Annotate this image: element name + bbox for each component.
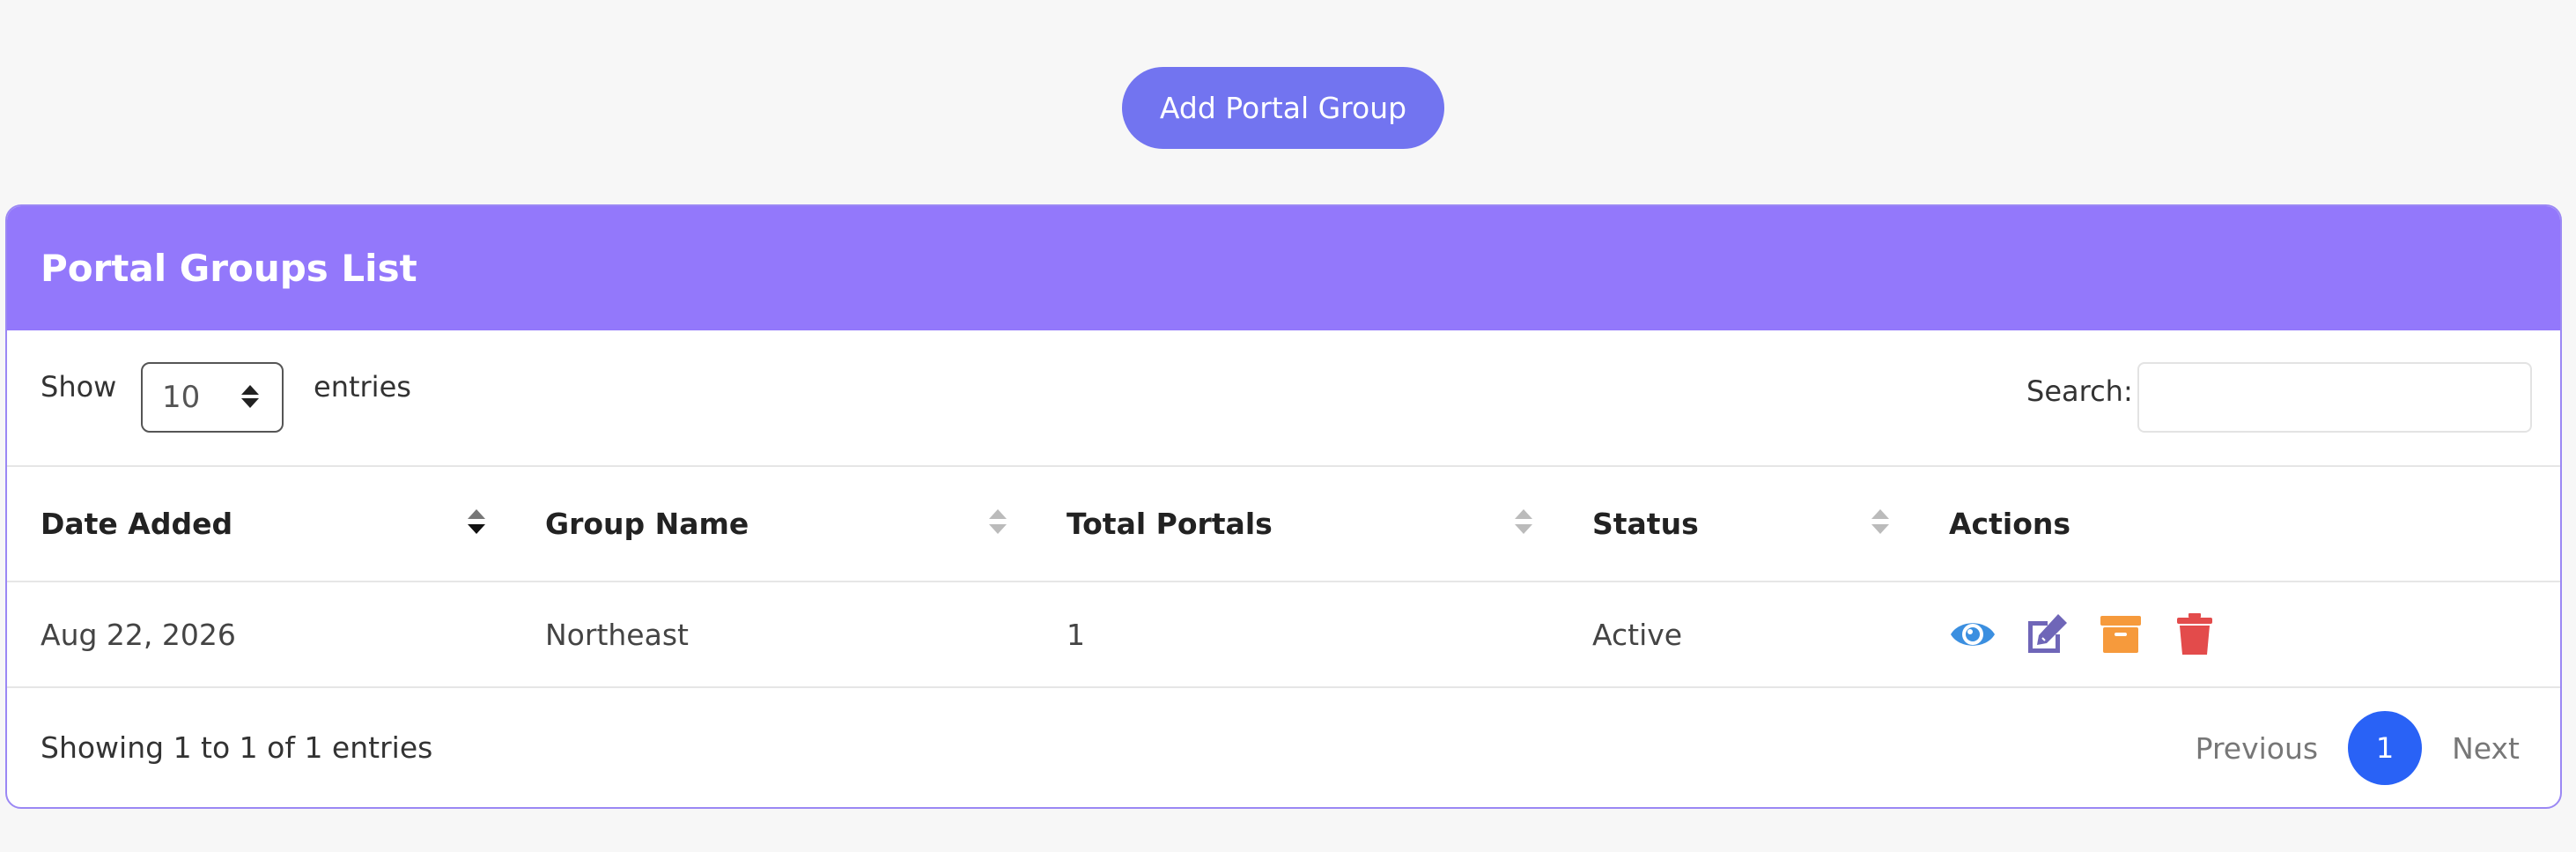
eye-icon[interactable]: [1949, 611, 1997, 658]
table-controls: Show 10 entries Search:: [7, 330, 2560, 467]
cell-total-portals: 1: [1033, 582, 1559, 688]
archive-icon[interactable]: [2097, 611, 2144, 658]
column-header-status[interactable]: Status: [1559, 467, 1915, 582]
select-arrows-icon: [241, 385, 259, 408]
show-label: Show: [41, 370, 117, 404]
column-header-total-portals[interactable]: Total Portals: [1033, 467, 1559, 582]
top-bar: Add Portal Group: [0, 0, 2576, 204]
entries-select[interactable]: 10: [141, 362, 284, 433]
column-header-actions: Actions: [1915, 467, 2560, 582]
previous-page-link[interactable]: Previous: [2196, 731, 2318, 766]
edit-icon[interactable]: [2023, 611, 2070, 658]
row-actions: [1949, 582, 2560, 686]
portal-groups-card: Portal Groups List Show 10 entries Searc…: [5, 204, 2562, 809]
sort-icon[interactable]: [989, 509, 1007, 534]
cell-group-name: Northeast: [512, 582, 1033, 688]
search-label: Search:: [2026, 374, 2133, 408]
table-footer: Showing 1 to 1 of 1 entries Previous 1 N…: [7, 688, 2560, 807]
table-row: Aug 22, 2026 Northeast 1 Active: [7, 582, 2560, 688]
portal-groups-table: Date Added Group Name Total Portals Stat…: [7, 467, 2560, 688]
cell-status: Active: [1559, 582, 1915, 688]
sort-icon[interactable]: [1515, 509, 1532, 534]
column-header-group-name[interactable]: Group Name: [512, 467, 1033, 582]
pagination: Previous 1 Next: [2196, 711, 2520, 785]
entries-label: entries: [314, 370, 411, 404]
cell-actions: [1915, 582, 2560, 688]
sort-icon[interactable]: [468, 509, 485, 534]
card-title: Portal Groups List: [41, 247, 417, 290]
cell-date-added: Aug 22, 2026: [7, 582, 512, 688]
page-1-button[interactable]: 1: [2348, 711, 2423, 785]
entries-info: Showing 1 to 1 of 1 entries: [41, 730, 433, 765]
column-header-date-added[interactable]: Date Added: [7, 467, 512, 582]
add-portal-group-button[interactable]: Add Portal Group: [1122, 67, 1444, 149]
table-header-row: Date Added Group Name Total Portals Stat…: [7, 467, 2560, 582]
search-input[interactable]: [2137, 362, 2532, 433]
trash-icon[interactable]: [2171, 611, 2218, 658]
next-page-link[interactable]: Next: [2452, 731, 2520, 766]
sort-icon[interactable]: [1871, 509, 1889, 534]
card-header: Portal Groups List: [7, 206, 2560, 330]
entries-select-value: 10: [162, 380, 201, 415]
